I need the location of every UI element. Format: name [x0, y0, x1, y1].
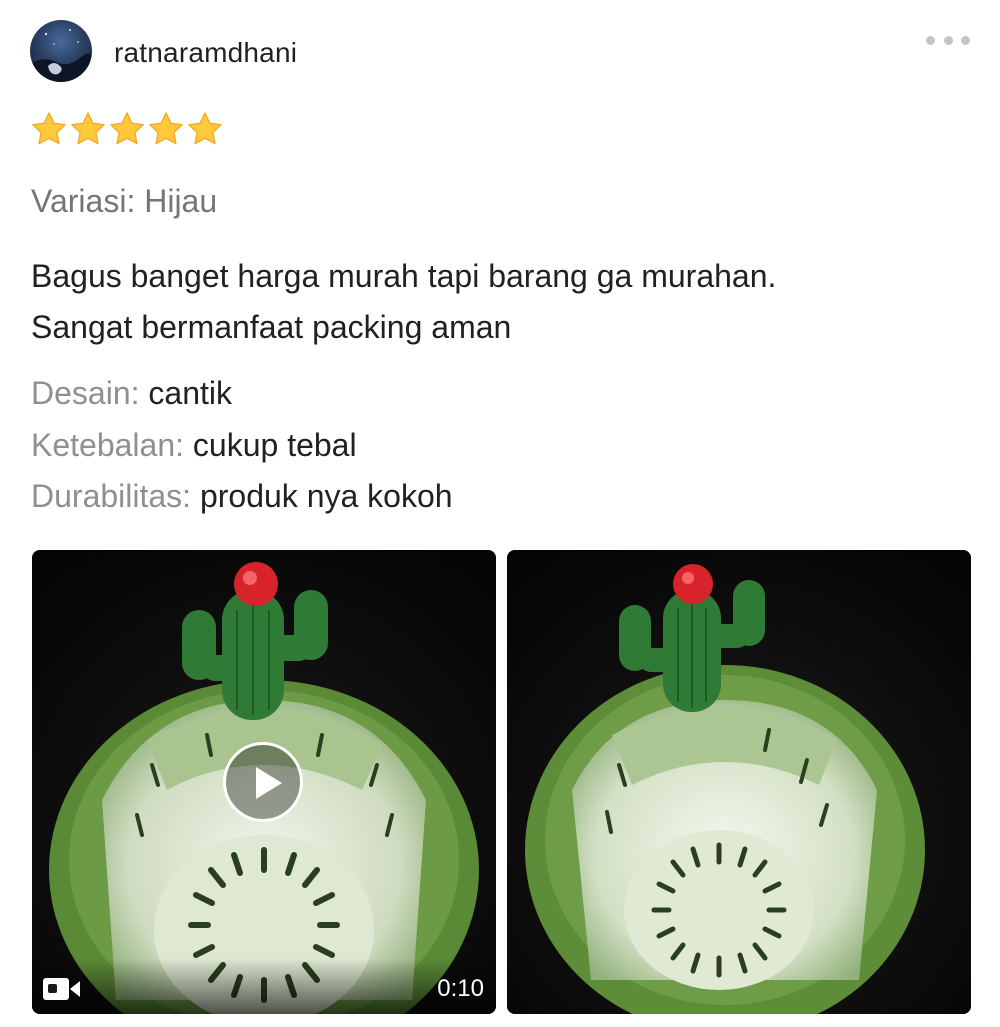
- attribute-desain: Desain: cantik: [31, 373, 232, 413]
- star-icon: [32, 112, 66, 145]
- attribute-value: cukup tebal: [192, 427, 357, 463]
- star-rating: [30, 110, 224, 148]
- video-camera-icon: [43, 978, 80, 1000]
- variation-label: Variasi: Hijau: [31, 183, 218, 219]
- review-video-thumbnail[interactable]: 0:10: [32, 550, 496, 1014]
- attribute-value: produk nya kokoh: [199, 478, 453, 514]
- attribute-label: Ketebalan:: [31, 427, 185, 463]
- video-duration: 0:10: [437, 975, 484, 1002]
- attribute-ketebalan: Ketebalan: cukup tebal: [31, 425, 357, 465]
- review-text-line: Sangat bermanfaat packing aman: [31, 309, 512, 345]
- star-icon: [149, 112, 183, 145]
- avatar[interactable]: [30, 20, 92, 82]
- attribute-label: Durabilitas:: [31, 478, 192, 514]
- dot: [926, 35, 935, 45]
- dot: [961, 35, 970, 45]
- star-icon: [110, 112, 144, 145]
- review-header: ratnaramdhani: [30, 20, 970, 84]
- attribute-durabilitas: Durabilitas: produk nya kokoh: [31, 476, 453, 516]
- video-info-bar: 0:10: [32, 958, 496, 1014]
- play-icon[interactable]: [223, 742, 303, 822]
- review-photo-thumbnail[interactable]: [507, 550, 971, 1014]
- dot: [943, 35, 953, 45]
- product-image: [507, 550, 971, 1014]
- star-icon: [188, 112, 222, 145]
- star-icon: [71, 112, 105, 145]
- review-text: Bagus banget harga murah tapi barang ga …: [31, 251, 971, 353]
- username[interactable]: ratnaramdhani: [114, 36, 297, 70]
- more-horizontal-icon[interactable]: [926, 28, 970, 52]
- attribute-value: cantik: [148, 375, 232, 411]
- review-text-line: Bagus banget harga murah tapi barang ga …: [31, 258, 777, 294]
- attribute-label: Desain:: [31, 375, 140, 411]
